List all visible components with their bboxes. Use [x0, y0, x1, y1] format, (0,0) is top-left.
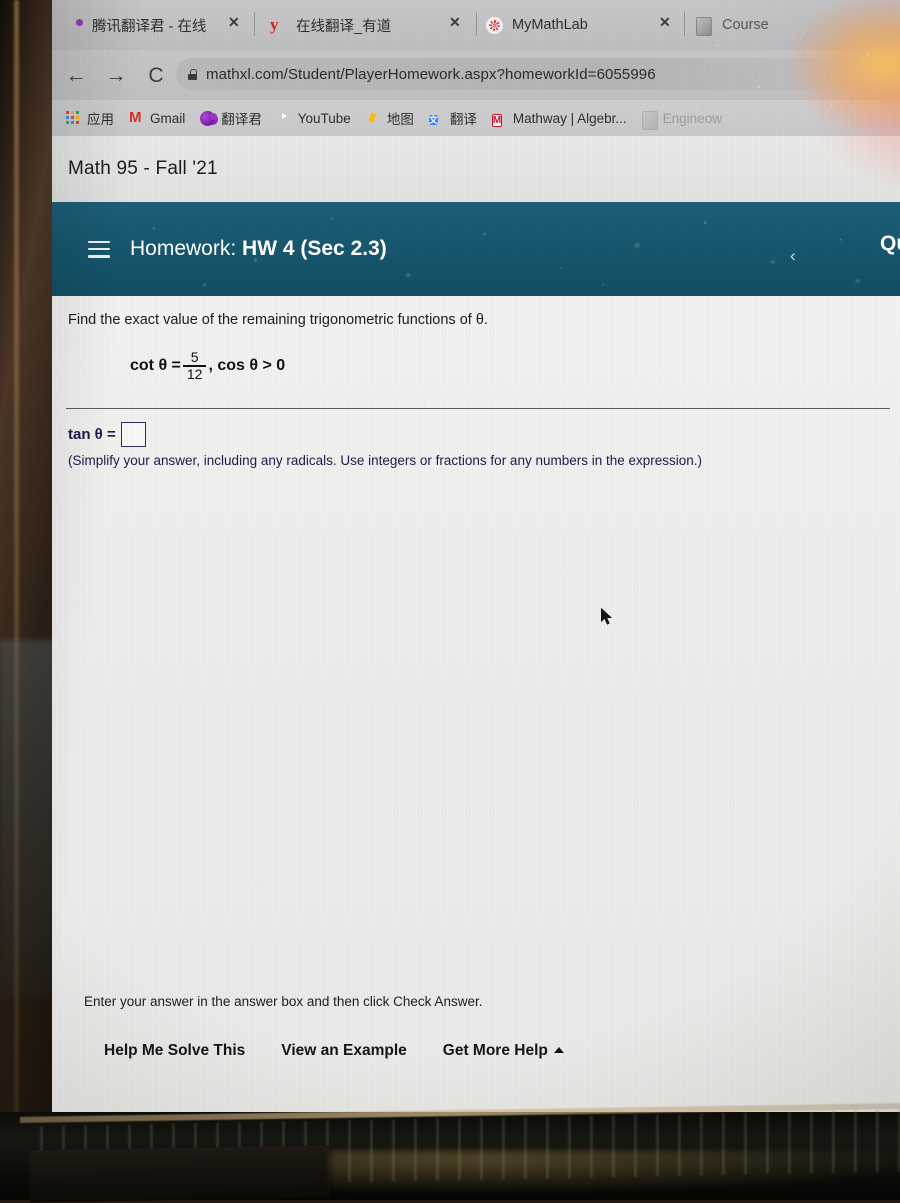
bookmark-maps[interactable]: 地图 [362, 108, 418, 128]
google-maps-icon [366, 111, 381, 126]
bookmark-label: Mathway | Algebr... [512, 110, 627, 126]
bookmark-label: 地图 [386, 112, 414, 127]
bookmark-label: Engineow [662, 110, 722, 126]
help-me-solve-this-button[interactable]: Help Me Solve This [104, 1042, 245, 1060]
tab-close-icon-0[interactable]: ✕ [228, 15, 240, 29]
question-prompt: Find the exact value of the remaining tr… [68, 312, 488, 328]
bookmark-label: 应用 [87, 112, 114, 127]
course-title-bar: Math 95 - Fall '21 [52, 136, 900, 202]
browser-tab-1[interactable]: y 在线翻译_有道 [270, 10, 450, 40]
action-label: Get More Help [442, 1042, 548, 1059]
enter-answer-note: Enter your answer in the answer box and … [84, 994, 483, 1009]
mymathlab-favicon [486, 16, 503, 34]
bookmark-label: 翻译君 [221, 112, 262, 127]
page-title: Math 95 - Fall '21 [68, 158, 218, 179]
answer-row: tan θ = [68, 422, 146, 447]
bookmark-label: YouTube [297, 110, 351, 126]
homework-assignment: HW 4 (Sec 2.3) [242, 237, 387, 260]
tab-divider [684, 12, 685, 36]
mouse-cursor [601, 608, 613, 625]
section-divider [66, 408, 890, 410]
given-expression: cot θ = 5 12 , cos θ > 0 [130, 349, 286, 382]
chevron-left-icon[interactable]: ‹ [790, 246, 796, 266]
fraction-numerator: 5 [190, 349, 199, 365]
back-icon[interactable]: ← [56, 65, 96, 86]
answer-instruction: (Simplify your answer, including any rad… [68, 453, 703, 468]
window-reflection [0, 640, 60, 1000]
browser-tab-3[interactable]: Course [696, 10, 876, 40]
tab-close-icon-2[interactable]: ✕ [659, 15, 671, 29]
tab-title: 腾讯翻译君 - 在线 [92, 18, 207, 35]
tab-title: MyMathLab [512, 17, 588, 33]
bookmark-youtube[interactable]: YouTube [273, 111, 355, 126]
youdao-favicon: y [270, 14, 279, 34]
question-sheet: Find the exact value of the remaining tr… [52, 296, 900, 1112]
browser-tab-strip: 腾讯翻译君 - 在线 ✕ y 在线翻译_有道 ✕ MyMathLab ✕ Cou… [52, 0, 900, 50]
bookmark-translate[interactable]: 文 翻译 [425, 108, 481, 128]
tab-divider [476, 12, 477, 36]
deck-warm-glow [330, 1150, 900, 1200]
action-label: View an Example [281, 1042, 407, 1059]
answer-input[interactable] [120, 422, 146, 447]
apps-grid-icon [66, 110, 81, 126]
bookmark-label: 翻译 [449, 112, 477, 127]
bookmark-label: Gmail [150, 110, 186, 126]
google-translate-icon: 文 [428, 114, 438, 125]
gmail-icon: M [129, 108, 142, 126]
tab-title: 在线翻译_有道 [296, 18, 392, 35]
document-favicon [696, 16, 713, 36]
bookmark-gmail[interactable]: M Gmail [125, 108, 189, 126]
view-an-example-button[interactable]: View an Example [281, 1042, 407, 1060]
homework-title: Homework: HW 4 (Sec 2.3) [130, 237, 387, 261]
qq-translate-icon [200, 110, 216, 126]
fraction-denominator: 12 [186, 365, 203, 382]
address-bar[interactable]: mathxl.com/Student/PlayerHomework.aspx?h… [176, 58, 888, 90]
given-function: cot θ = [130, 356, 181, 374]
bookmarks-bar: 应用 M Gmail 翻译君 YouTube 地图 文 翻译 M Mathway… [52, 100, 900, 136]
browser-tab-0[interactable]: 腾讯翻译君 - 在线 [66, 10, 246, 40]
homework-label: Homework: [130, 237, 237, 260]
tab-title: Course [722, 17, 769, 33]
reload-icon[interactable]: C [136, 65, 176, 86]
get-more-help-button[interactable]: Get More Help [443, 1042, 564, 1060]
url-text: mathxl.com/Student/PlayerHomework.aspx?h… [206, 65, 656, 83]
given-condition: , cos θ > 0 [208, 356, 286, 374]
laptop-screen: 腾讯翻译君 - 在线 ✕ y 在线翻译_有道 ✕ MyMathLab ✕ Cou… [52, 0, 900, 1112]
action-button-row: Help Me Solve This View an Example Get M… [104, 1042, 564, 1060]
hamburger-menu-icon[interactable] [88, 240, 110, 258]
question-counter-label: Ques [880, 232, 900, 255]
browser-tab-2[interactable]: MyMathLab [486, 10, 666, 40]
bookmark-apps[interactable]: 应用 [62, 108, 118, 128]
given-fraction: 5 12 [182, 349, 207, 382]
mathway-icon: M [491, 113, 503, 127]
lock-icon [188, 68, 197, 80]
homework-header: Homework: HW 4 (Sec 2.3) ‹ Ques [52, 202, 900, 296]
action-label: Help Me Solve This [104, 1042, 246, 1059]
tab-divider [254, 12, 255, 36]
youtube-icon [277, 111, 292, 126]
caret-up-icon [553, 1047, 564, 1053]
forward-icon[interactable]: → [96, 65, 136, 86]
deck-foreground-block [30, 1145, 330, 1203]
faded-bookmark-icon [641, 110, 658, 130]
bookmark-engineow[interactable]: Engineow [638, 110, 726, 130]
tab-close-icon-1[interactable]: ✕ [449, 15, 461, 29]
qq-translate-favicon [66, 17, 83, 34]
bookmark-qq-translate[interactable]: 翻译君 [196, 108, 266, 128]
bookmark-mathway[interactable]: M Mathway | Algebr... [488, 110, 631, 127]
answer-label: tan θ = [68, 426, 116, 443]
